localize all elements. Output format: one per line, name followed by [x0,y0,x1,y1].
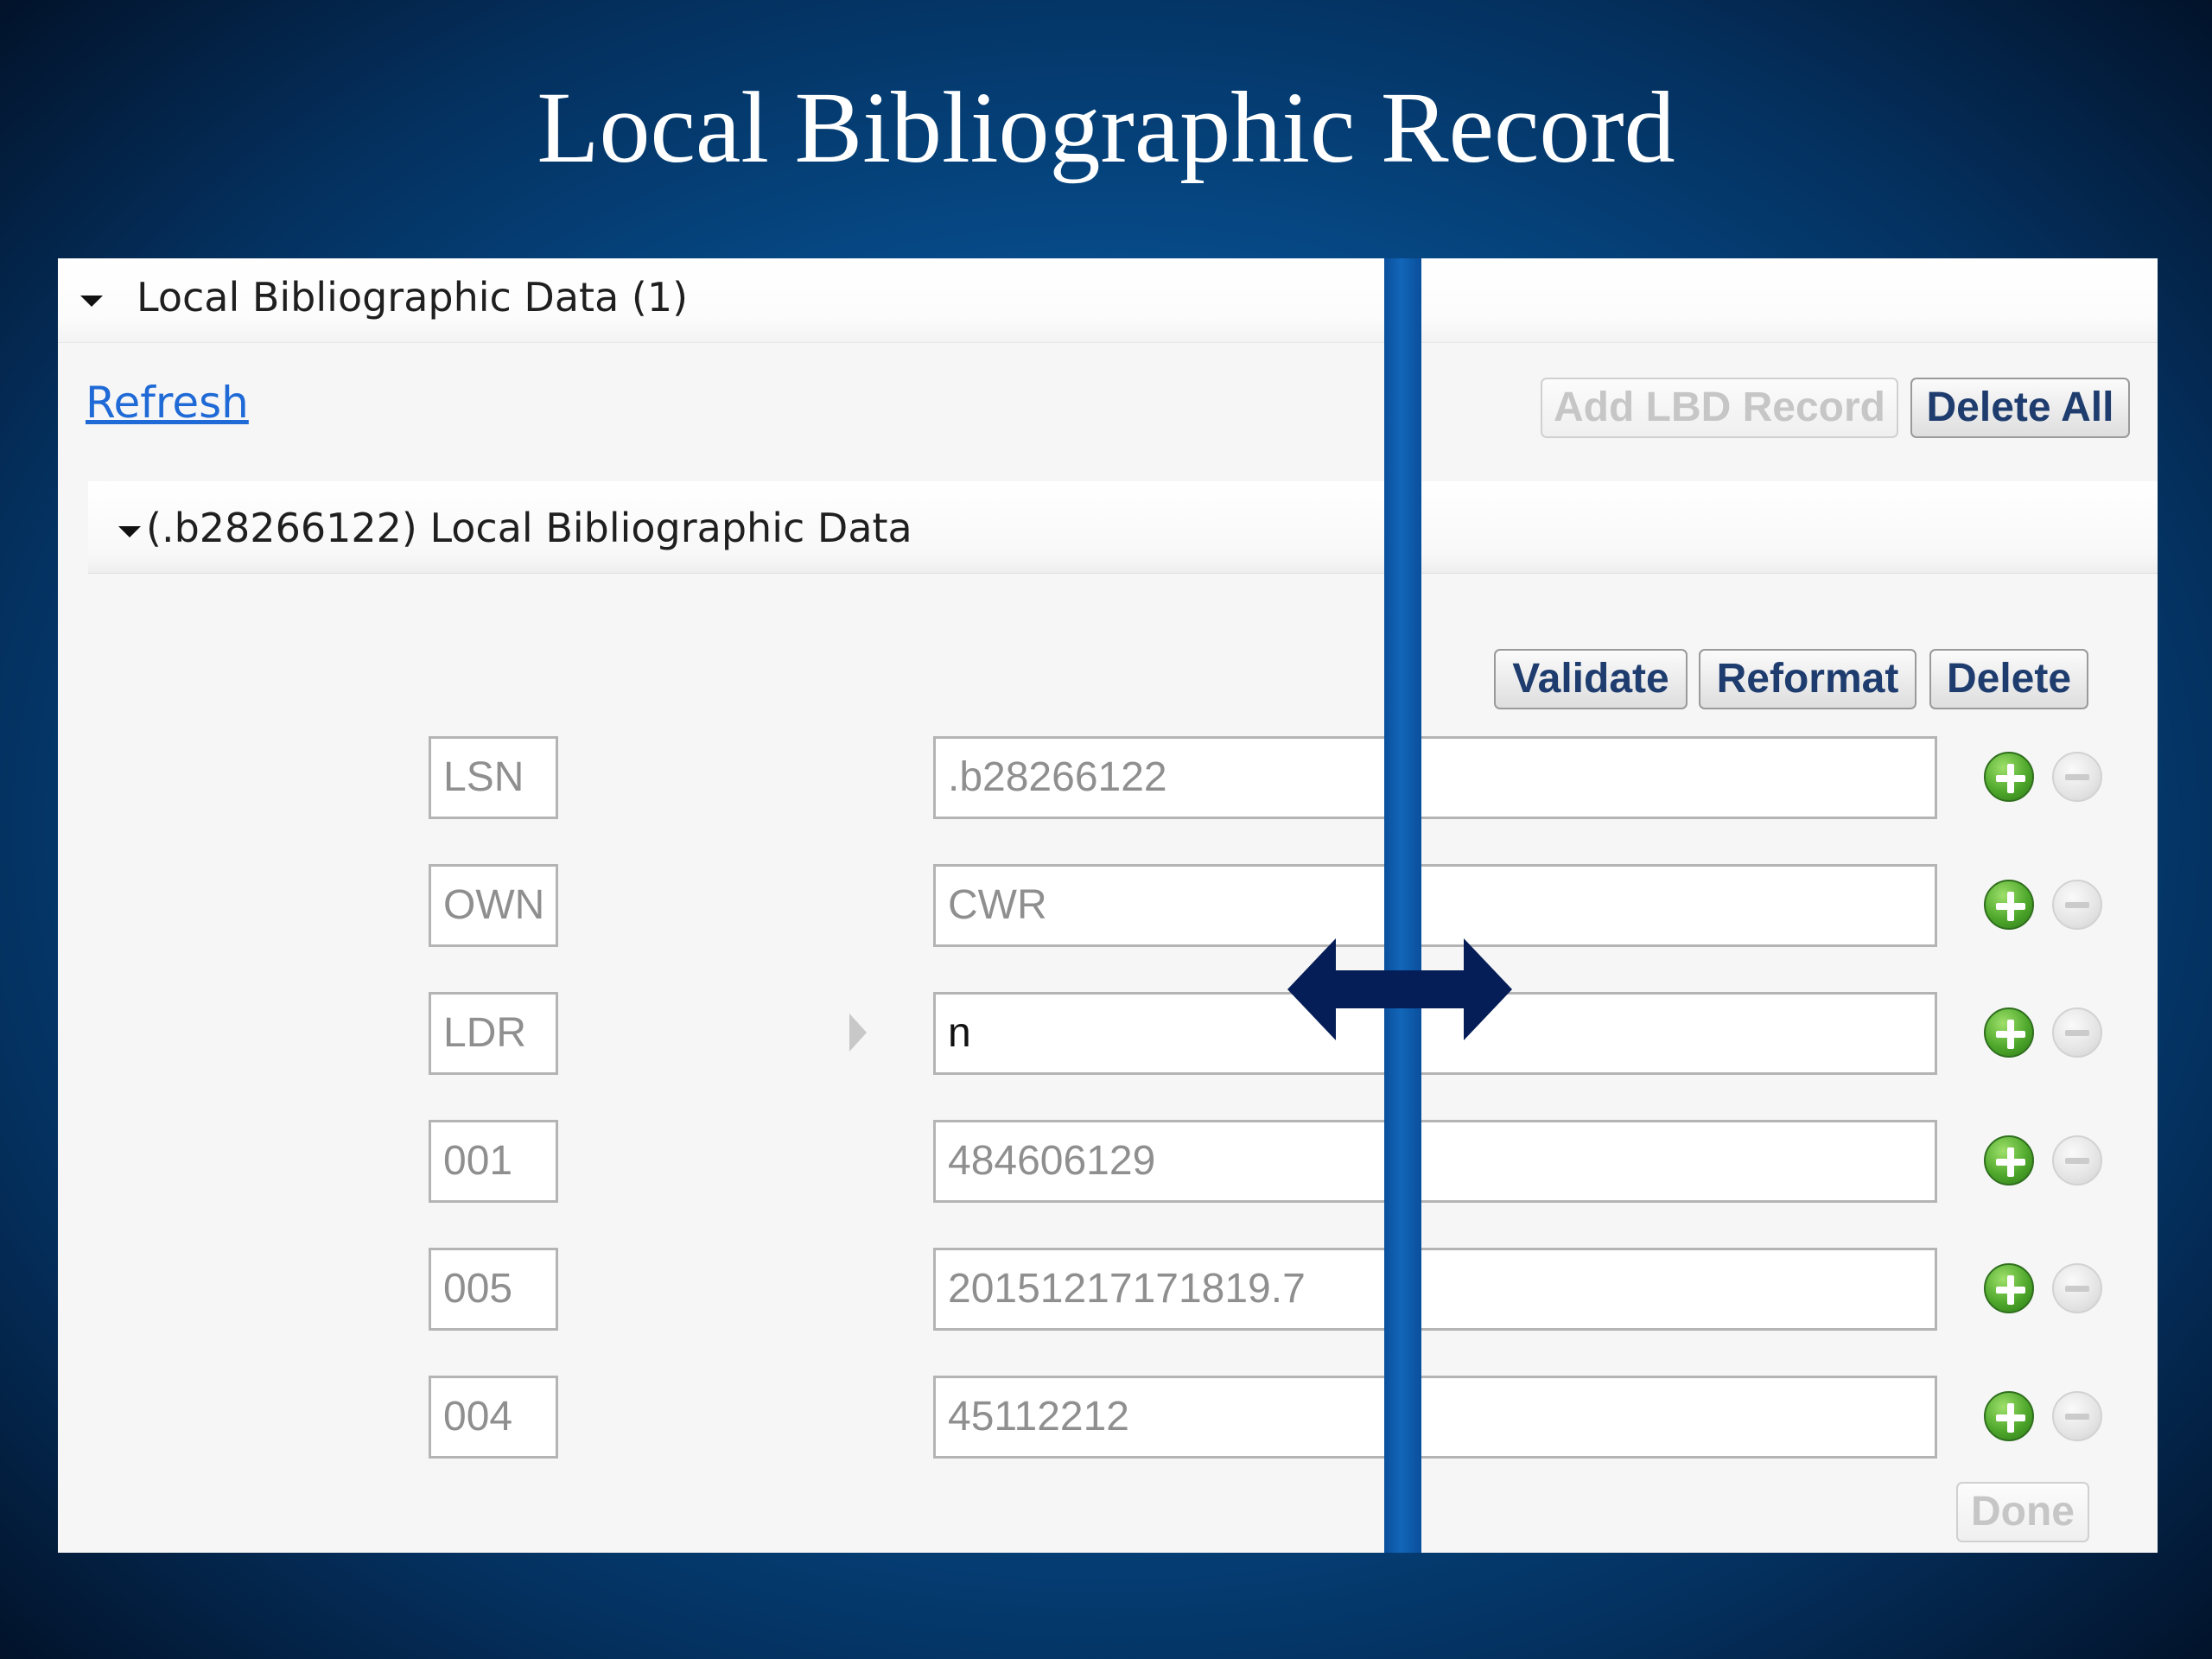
validate-button[interactable]: Validate [1494,649,1688,709]
value-field-lsn[interactable]: .b28266122 [933,736,1937,819]
collapse-caret-icon[interactable] [80,296,103,307]
record-title: (.b28266122) Local Bibliographic Data [146,505,912,551]
remove-field-icon[interactable] [2052,1007,2102,1058]
remove-field-icon[interactable] [2052,752,2102,802]
add-field-icon[interactable] [1984,1263,2034,1313]
double-arrow-icon [1287,938,1512,1040]
value-field-own[interactable]: CWR [933,864,1937,947]
add-field-icon[interactable] [1984,1007,2034,1058]
add-lbd-record-button[interactable]: Add LBD Record [1541,378,1898,438]
section-title: Local Bibliographic Data (1) [137,274,689,321]
section-header[interactable]: Local Bibliographic Data (1) [58,258,2158,343]
add-field-icon[interactable] [1984,1135,2034,1185]
remove-field-icon[interactable] [2052,1135,2102,1185]
delete-button[interactable]: Delete [1929,649,2088,709]
value-field-001[interactable]: 484606129 [933,1120,1937,1203]
value-field-004[interactable]: 45112212 [933,1376,1937,1459]
delete-all-button[interactable]: Delete All [1910,378,2130,438]
remove-field-icon[interactable] [2052,1263,2102,1313]
value-field-005[interactable]: 20151217171819.7 [933,1248,1937,1331]
slide-title: Local Bibliographic Record [537,71,1675,184]
add-field-icon[interactable] [1984,880,2034,930]
tag-field-005[interactable]: 005 [429,1248,558,1331]
expand-row-caret-icon[interactable] [849,1014,867,1052]
tag-field-004[interactable]: 004 [429,1376,558,1459]
reformat-button[interactable]: Reformat [1699,649,1916,709]
tag-field-001[interactable]: 001 [429,1120,558,1203]
tag-field-ldr[interactable]: LDR [429,992,558,1075]
remove-field-icon[interactable] [2052,1391,2102,1441]
lbd-panel: Local Bibliographic Data (1) Refresh Add… [58,258,2158,1553]
remove-field-icon[interactable] [2052,880,2102,930]
add-field-icon[interactable] [1984,1391,2034,1441]
refresh-link[interactable]: Refresh [86,378,249,428]
done-button[interactable]: Done [1956,1482,2089,1542]
tag-field-lsn[interactable]: LSN [429,736,558,819]
record-collapse-caret-icon[interactable] [118,526,141,537]
resize-divider[interactable] [1384,258,1421,1553]
add-field-icon[interactable] [1984,752,2034,802]
tag-field-own[interactable]: OWN [429,864,558,947]
